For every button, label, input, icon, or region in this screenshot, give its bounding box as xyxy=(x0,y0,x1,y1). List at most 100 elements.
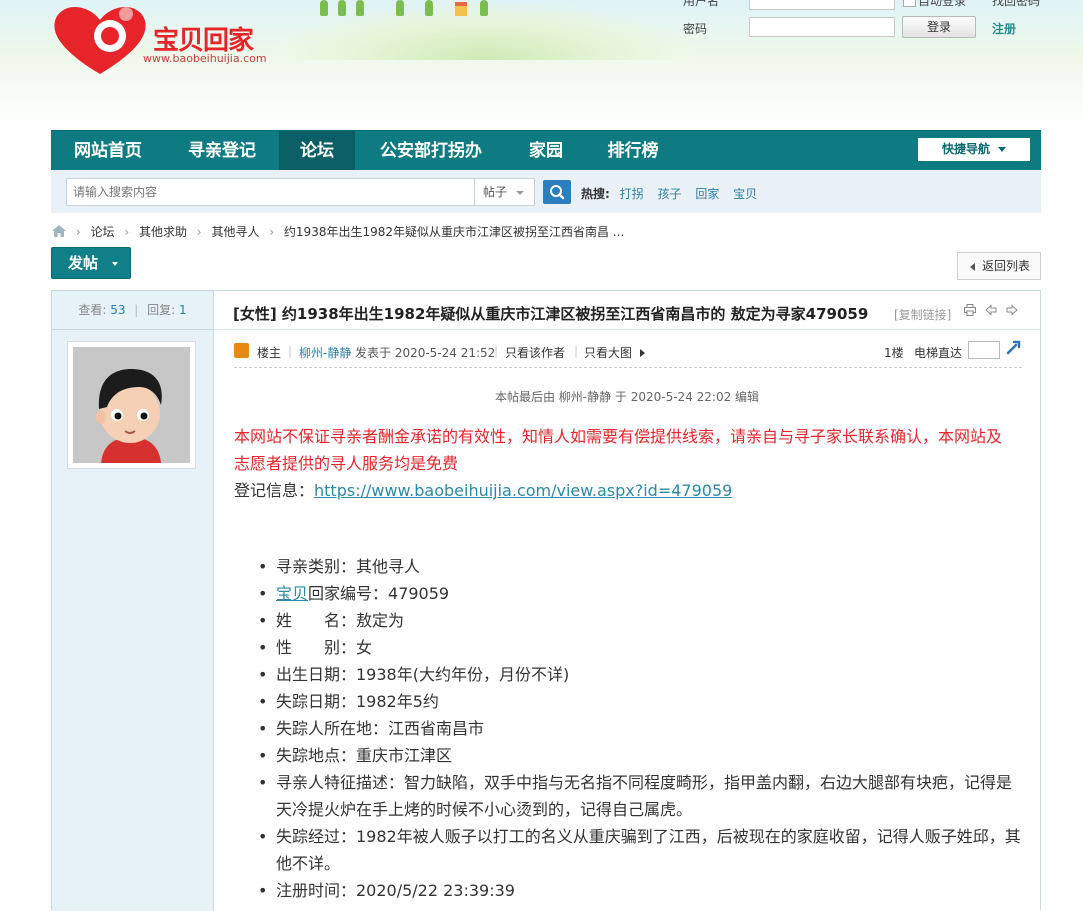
search-button[interactable] xyxy=(543,180,571,204)
print-icon[interactable] xyxy=(964,304,976,316)
hot-search-label: 热搜: xyxy=(581,187,610,201)
nav-item-police[interactable]: 公安部打拐办 xyxy=(355,131,507,171)
list-item: 注册时间：2020/5/22 23:39:39 xyxy=(258,877,1026,904)
edit-notice: 本帖最后由 柳州-静静 于 2020-5-24 22:02 编辑 xyxy=(494,390,760,404)
nav-item-register[interactable]: 寻亲登记 xyxy=(165,131,279,171)
forgot-password-link[interactable]: 找回密码 xyxy=(992,0,1040,9)
home-icon[interactable] xyxy=(52,225,66,237)
copy-link[interactable]: [复制链接] xyxy=(894,306,951,323)
hot-word[interactable]: 打拐 xyxy=(620,187,644,201)
nav-item-home-garden[interactable]: 家园 xyxy=(507,131,585,171)
arrow-go-icon xyxy=(1006,340,1021,355)
tree-decoration xyxy=(356,0,364,16)
chevron-down-icon xyxy=(998,147,1006,152)
breadcrumb-forum[interactable]: 论坛 xyxy=(90,225,114,239)
floor-jump-label: 电梯直达 xyxy=(914,346,963,360)
info-list: 寻亲类别：其他寻人 宝贝回家编号：479059 姓 名：敖定为 性 别：女 出生… xyxy=(258,553,1026,904)
baobei-link[interactable]: 宝贝 xyxy=(276,584,308,603)
list-item: 失踪人所在地：江西省南昌市 xyxy=(258,715,1026,742)
list-item: 出生日期：1938年(大约年份，月份不详) xyxy=(258,661,1026,688)
hot-word[interactable]: 宝贝 xyxy=(733,187,757,201)
quick-nav-button[interactable]: 快捷导航 xyxy=(918,138,1030,161)
thread-title-bar: [女性] 约1938年出生1982年疑似从重庆市江津区被拐至江西省南昌市的 敖定… xyxy=(214,291,1040,330)
hot-word[interactable]: 回家 xyxy=(695,187,719,201)
author-column: 查看: 53 | 回复: 1 xyxy=(52,291,214,911)
breadcrumb-other-help[interactable]: 其他求助 xyxy=(139,225,187,239)
heart-logo-icon xyxy=(54,6,146,74)
new-post-button[interactable]: 发帖 xyxy=(51,247,131,279)
field-text: 回家编号：479059 xyxy=(308,584,450,603)
site-logo[interactable]: 宝贝回家 www.baobeihuijia.com xyxy=(50,2,280,78)
disclaimer-notice: 本网站不保证寻亲者酬金承诺的有效性，知情人如需要有偿提供线索，请亲自与寻子家长联… xyxy=(234,427,1003,473)
replies-count: 1 xyxy=(179,303,187,317)
list-item: 寻亲人特征描述：智力缺陷，双手中指与无名指不同程度畸形，指甲盖内翻，右边大腿部有… xyxy=(258,769,1026,823)
floor-jump-input[interactable] xyxy=(968,341,1000,359)
post-meta: 楼主 | 柳州-静静 发表于 2020-5-24 21:52 | 只看该作者 |… xyxy=(234,339,1022,368)
breadcrumb-separator: › xyxy=(124,225,130,239)
breadcrumb-separator: › xyxy=(269,225,275,239)
registration-link[interactable]: https://www.baobeihuijia.com/view.aspx?i… xyxy=(314,481,732,500)
breadcrumb: › 论坛 › 其他求助 › 其他寻人 › 约1938年出生1982年疑似从重庆市… xyxy=(52,223,624,239)
meta-separator: | xyxy=(574,344,579,358)
next-thread-icon[interactable] xyxy=(1006,304,1018,316)
register-link[interactable]: 注册 xyxy=(992,20,1016,37)
search-bar: 帖子 热搜: 打拐 孩子 回家 宝贝 xyxy=(51,170,1041,213)
title-actions xyxy=(964,304,1023,319)
post-time: 发表于 2020-5-24 21:52 xyxy=(355,346,496,360)
nav-item-ranking[interactable]: 排行榜 xyxy=(585,131,681,171)
nav-item-forum[interactable]: 论坛 xyxy=(279,131,355,171)
auto-login-checkbox[interactable] xyxy=(903,0,916,7)
meta-separator: | xyxy=(494,344,499,358)
chevron-left-icon xyxy=(970,263,975,271)
back-to-list-button[interactable]: 返回列表 xyxy=(957,252,1041,280)
chevron-down-icon xyxy=(112,262,118,266)
username-label: 用户名 xyxy=(683,0,720,8)
search-type-value: 帖子 xyxy=(483,185,508,199)
thread-stats: 查看: 53 | 回复: 1 xyxy=(52,291,213,330)
thread-post: 查看: 53 | 回复: 1 [女性] 约1938年出生1982年疑似从重庆市江… xyxy=(51,290,1041,911)
login-button[interactable]: 登录 xyxy=(902,16,976,38)
site-header: 宝贝回家 www.baobeihuijia.com 用户名 自动登录 找回密码 … xyxy=(0,0,1083,128)
post-author[interactable]: 柳州-静静 xyxy=(299,344,351,361)
only-images-link[interactable]: 只看大图 xyxy=(584,344,632,361)
back-to-list-label: 返回列表 xyxy=(982,259,1031,273)
hot-word[interactable]: 孩子 xyxy=(657,187,681,201)
stats-separator: | xyxy=(134,303,139,317)
replies-label: 回复: xyxy=(147,303,176,317)
avatar-image xyxy=(73,347,190,463)
list-item: 失踪日期：1982年5约 xyxy=(258,688,1026,715)
list-item: 寻亲类别：其他寻人 xyxy=(258,553,1026,580)
breadcrumb-current[interactable]: 约1938年出生1982年疑似从重庆市江津区被拐至江西省南昌 ... xyxy=(284,225,624,239)
post-content: 本网站不保证寻亲者酬金承诺的有效性，知情人如需要有偿提供线索，请亲自与寻子家长联… xyxy=(234,423,1021,904)
house-decoration xyxy=(455,2,467,16)
password-input[interactable] xyxy=(749,17,895,37)
nav-item-home[interactable]: 网站首页 xyxy=(51,131,165,171)
previous-thread-icon[interactable] xyxy=(985,304,997,316)
views-count: 53 xyxy=(110,303,126,317)
avatar-cartoon-icon xyxy=(73,347,190,463)
username-input[interactable] xyxy=(749,0,895,10)
auto-login-label: 自动登录 xyxy=(918,0,967,8)
new-post-label: 发帖 xyxy=(68,254,99,272)
only-author-link[interactable]: 只看该作者 xyxy=(505,344,565,361)
avatar[interactable] xyxy=(67,341,196,469)
breadcrumb-separator: › xyxy=(196,225,202,239)
list-item: 姓 名：敖定为 xyxy=(258,607,1026,634)
search-input[interactable] xyxy=(66,178,475,206)
quick-nav-label: 快捷导航 xyxy=(941,142,990,156)
breadcrumb-separator: › xyxy=(75,225,81,239)
floor-number: 1楼 xyxy=(884,346,904,360)
list-item: 宝贝回家编号：479059 xyxy=(258,580,1026,607)
owner-label: 楼主 xyxy=(257,346,282,360)
list-item: 性 别：女 xyxy=(258,634,1026,661)
meta-separator: | xyxy=(288,344,293,358)
breadcrumb-other-search[interactable]: 其他寻人 xyxy=(211,225,259,239)
chevron-right-icon xyxy=(640,349,645,357)
chevron-down-icon xyxy=(516,191,524,195)
go-floor-button[interactable] xyxy=(1006,339,1022,358)
search-icon xyxy=(550,185,565,200)
search-type-select[interactable]: 帖子 xyxy=(474,178,535,206)
list-item: 失踪地点：重庆市江津区 xyxy=(258,742,1026,769)
tree-decoration xyxy=(425,0,433,16)
hot-search: 热搜: 打拐 孩子 回家 宝贝 xyxy=(581,185,767,202)
